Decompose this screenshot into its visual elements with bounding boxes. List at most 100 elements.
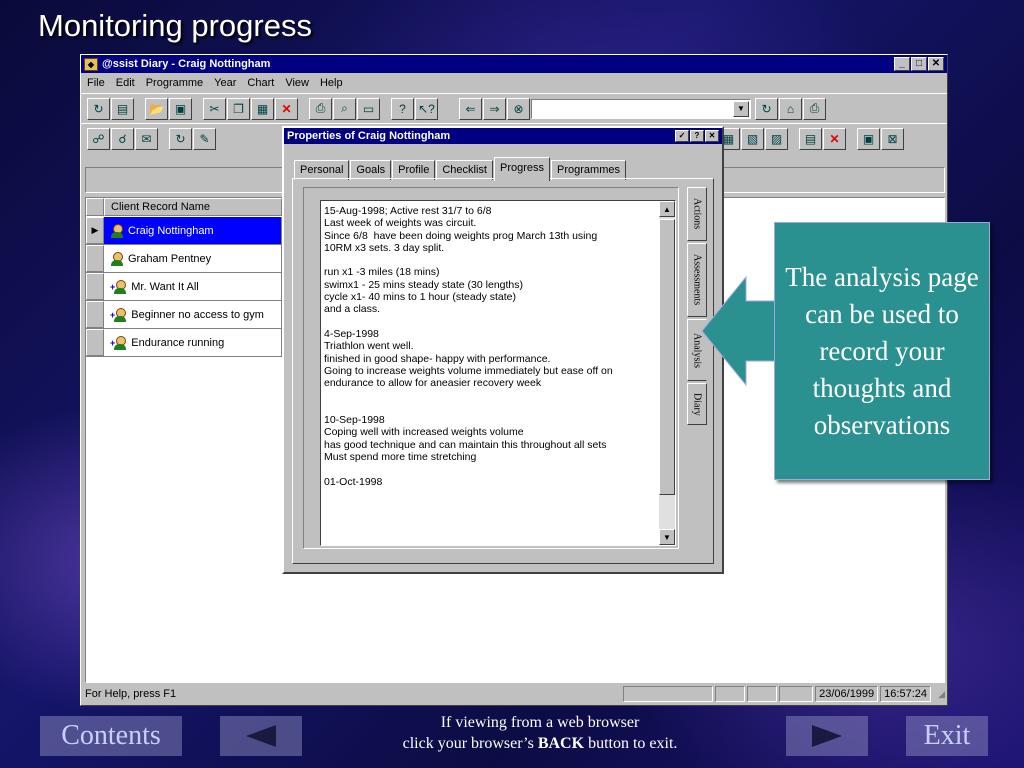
print-icon[interactable]: ⎙ bbox=[309, 97, 332, 120]
chevron-down-icon[interactable]: ▼ bbox=[733, 100, 749, 117]
scroll-down-icon[interactable]: ▼ bbox=[659, 529, 675, 545]
tab-personal[interactable]: Personal bbox=[294, 160, 350, 180]
callout-box: The analysis page can be used to record … bbox=[774, 222, 990, 480]
previous-button[interactable] bbox=[220, 716, 302, 756]
status-help-text: For Help, press F1 bbox=[85, 688, 177, 700]
resize-grip-icon[interactable]: ◢ bbox=[931, 689, 945, 700]
context-help-icon[interactable]: ↖? bbox=[415, 97, 438, 120]
print-icon-2[interactable]: ⎙ bbox=[803, 97, 826, 120]
previous-arrow-icon bbox=[246, 725, 276, 747]
menu-programme[interactable]: Programme bbox=[146, 77, 203, 89]
cut-icon[interactable]: ✂ bbox=[203, 97, 226, 120]
back-label: BACK bbox=[537, 735, 585, 752]
table-row[interactable]: ▶ Craig Nottingham bbox=[86, 217, 282, 245]
copy-icon[interactable]: ❐ bbox=[227, 97, 250, 120]
dialog-titlebar[interactable]: Properties of Craig Nottingham ✓ ? ✕ bbox=[284, 128, 722, 144]
analysis-notes-textarea[interactable]: 15-Aug-1998; Active rest 31/7 to 6/8 Las… bbox=[320, 200, 676, 546]
column-header-client-name[interactable]: Client Record Name bbox=[104, 198, 282, 216]
user-link-icon[interactable]: ☍ bbox=[87, 127, 110, 150]
tab-profile[interactable]: Profile bbox=[392, 160, 436, 180]
person-icon bbox=[113, 335, 127, 350]
dialog-tabs: Personal Goals Profile Checklist Progres… bbox=[294, 156, 627, 181]
sync-icon[interactable]: ↻ bbox=[169, 127, 192, 150]
dialog-title: Properties of Craig Nottingham bbox=[287, 130, 451, 142]
scroll-thumb[interactable] bbox=[659, 219, 675, 495]
footer-note-line2: click your browser’s BACK button to exit… bbox=[402, 735, 678, 752]
footer-note-line1: If viewing from a web browser bbox=[440, 714, 640, 731]
person-icon bbox=[113, 307, 127, 322]
table-row[interactable]: + Mr. Want It All bbox=[86, 273, 282, 301]
menu-chart[interactable]: Chart bbox=[247, 77, 274, 89]
mail-icon[interactable]: ✉ bbox=[135, 127, 158, 150]
status-bar: For Help, press F1 23/06/1999 16:57:24 ◢ bbox=[83, 685, 945, 703]
edit-icon[interactable]: ✎ bbox=[193, 127, 216, 150]
contents-button[interactable]: Contents bbox=[40, 716, 182, 756]
refresh-icon[interactable]: ↻ bbox=[87, 97, 110, 120]
app-title: @ssist Diary - Craig Nottingham bbox=[102, 58, 271, 70]
tab-progress[interactable]: Progress bbox=[493, 157, 551, 181]
person-icon bbox=[110, 251, 124, 266]
client-list-header: Client Record Name bbox=[86, 198, 282, 216]
stop-icon[interactable]: ⊗ bbox=[507, 97, 530, 120]
dialog-close-button[interactable]: ✕ bbox=[705, 130, 719, 142]
exit-button[interactable]: Exit bbox=[906, 716, 988, 756]
memo-scrollbar[interactable]: ▲ ▼ bbox=[659, 201, 675, 545]
app-icon: ◆ bbox=[84, 57, 98, 71]
callout-text: The analysis page can be used to record … bbox=[785, 261, 979, 440]
status-time: 16:57:24 bbox=[880, 686, 931, 702]
table-icon[interactable]: ▤ bbox=[799, 127, 822, 150]
dialog-pin-icon[interactable]: ✓ bbox=[675, 130, 689, 142]
remove-icon[interactable]: ✕ bbox=[823, 127, 846, 150]
scroll-up-icon[interactable]: ▲ bbox=[659, 201, 675, 217]
tab-goals[interactable]: Goals bbox=[350, 160, 392, 180]
properties-icon[interactable]: ▤ bbox=[111, 97, 134, 120]
menu-file[interactable]: File bbox=[87, 77, 105, 89]
grid-right-icon[interactable]: ▨ bbox=[765, 127, 788, 150]
side-tab-diary[interactable]: Diary bbox=[687, 383, 707, 425]
tab-checklist[interactable]: Checklist bbox=[436, 160, 493, 180]
save-icon[interactable]: ▣ bbox=[169, 97, 192, 120]
minimize-button[interactable]: _ bbox=[894, 57, 910, 71]
form-edit-icon[interactable]: ▣ bbox=[857, 127, 880, 150]
next-button[interactable] bbox=[786, 716, 868, 756]
maximize-button[interactable]: □ bbox=[911, 57, 927, 71]
forward-arrow-icon[interactable]: ⇒ bbox=[483, 97, 506, 120]
find-icon[interactable]: ⌕ bbox=[333, 97, 356, 120]
table-row[interactable]: + Endurance running bbox=[86, 329, 282, 357]
user-arrow-icon[interactable]: ☌ bbox=[111, 127, 134, 150]
print-setup-icon[interactable]: ▭ bbox=[357, 97, 380, 120]
menu-bar: File Edit Programme Year Chart View Help bbox=[81, 73, 947, 93]
status-date: 23/06/1999 bbox=[815, 686, 879, 702]
app-titlebar[interactable]: ◆ @ssist Diary - Craig Nottingham _ □ ✕ bbox=[81, 55, 947, 73]
progress-tab-body: 15-Aug-1998; Active rest 31/7 to 6/8 Las… bbox=[292, 178, 714, 564]
home-icon[interactable]: ⌂ bbox=[779, 97, 802, 120]
paste-icon[interactable]: ▦ bbox=[251, 97, 274, 120]
table-row[interactable]: Graham Pentney bbox=[86, 245, 282, 273]
refresh-icon-2[interactable]: ↻ bbox=[755, 97, 778, 120]
open-icon[interactable]: 📂 bbox=[145, 97, 168, 120]
analysis-notes-text: 15-Aug-1998; Active rest 31/7 to 6/8 Las… bbox=[324, 205, 613, 488]
tab-programmes[interactable]: Programmes bbox=[551, 160, 626, 180]
slide-title: Monitoring progress bbox=[38, 8, 312, 43]
callout-arrow bbox=[702, 275, 778, 387]
form-cancel-icon[interactable]: ⊠ bbox=[881, 127, 904, 150]
footer-note: If viewing from a web browser click your… bbox=[330, 712, 750, 754]
menu-edit[interactable]: Edit bbox=[116, 77, 135, 89]
grid-left-icon[interactable]: ▧ bbox=[741, 127, 764, 150]
menu-help[interactable]: Help bbox=[320, 77, 343, 89]
back-arrow-icon[interactable]: ⇐ bbox=[459, 97, 482, 120]
close-button[interactable]: ✕ bbox=[928, 57, 944, 71]
table-row[interactable]: + Beginner no access to gym bbox=[86, 301, 282, 329]
menu-year[interactable]: Year bbox=[214, 77, 236, 89]
record-combo[interactable]: ▼ bbox=[531, 98, 751, 119]
toolbar-top: ↻ ▤ 📂 ▣ ✂ ❐ ▦ ✕ ⎙ ⌕ ▭ ? ↖? ⇐ ⇒ ⊗ ▼ ↻ ⌂ ⎙ bbox=[81, 93, 947, 123]
menu-view[interactable]: View bbox=[285, 77, 309, 89]
help-icon[interactable]: ? bbox=[391, 97, 414, 120]
delete-icon[interactable]: ✕ bbox=[275, 97, 298, 120]
person-icon bbox=[113, 279, 127, 294]
side-tab-actions[interactable]: Actions bbox=[687, 187, 707, 241]
row-selector-arrow-icon: ▶ bbox=[86, 217, 104, 244]
next-arrow-icon bbox=[812, 725, 842, 747]
properties-dialog: Properties of Craig Nottingham ✓ ? ✕ Per… bbox=[282, 126, 724, 574]
dialog-help-button[interactable]: ? bbox=[690, 130, 704, 142]
